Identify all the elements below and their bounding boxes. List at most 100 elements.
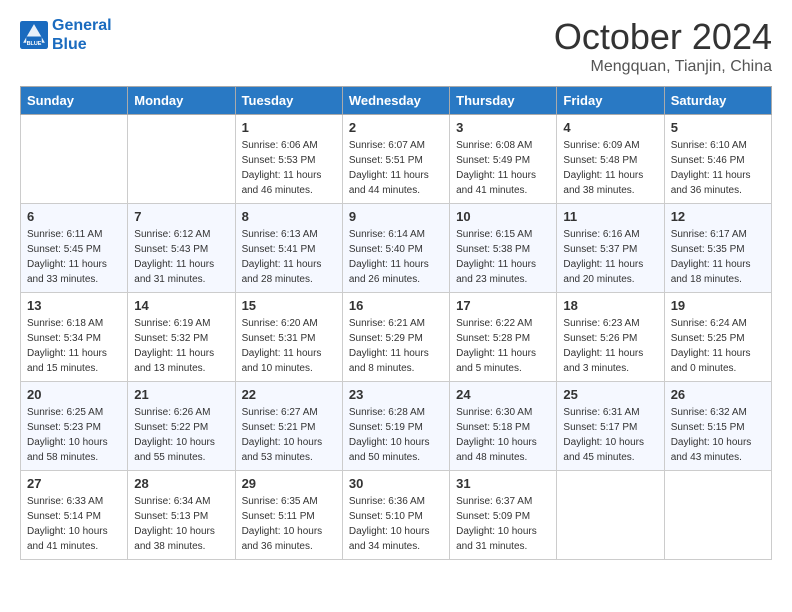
day-info: Sunrise: 6:18 AM Sunset: 5:34 PM Dayligh…: [27, 316, 121, 376]
week-row-5: 27Sunrise: 6:33 AM Sunset: 5:14 PM Dayli…: [21, 471, 772, 560]
weekday-header-friday: Friday: [557, 87, 664, 115]
day-cell: 23Sunrise: 6:28 AM Sunset: 5:19 PM Dayli…: [342, 382, 449, 471]
day-cell: 25 Sunrise: 6:31 AM Sunset: 5:17 PM Dayli…: [557, 382, 664, 471]
day-number: 17: [456, 298, 550, 313]
logo: BLUE General Blue: [20, 16, 112, 54]
weekday-header-wednesday: Wednesday: [342, 87, 449, 115]
day-info: Sunrise: 6:25 AM Sunset: 5:23 PM Dayligh…: [27, 405, 121, 465]
day-cell: 16 Sunrise: 6:21 AM Sunset: 5:29 PM Dayli…: [342, 293, 449, 382]
day-number: 24: [456, 387, 550, 402]
day-info: Sunrise: 6:27 AM Sunset: 5:21 PM Dayligh…: [242, 405, 336, 465]
weekday-header-tuesday: Tuesday: [235, 87, 342, 115]
day-number: 6: [27, 209, 121, 224]
day-cell: 6Sunrise: 6:11 AM Sunset: 5:45 PM Daylig…: [21, 204, 128, 293]
day-cell: 2 Sunrise: 6:07 AM Sunset: 5:51 PM Daylig…: [342, 115, 449, 204]
day-number: 20: [27, 387, 121, 402]
day-cell: 11 Sunrise: 6:16 AM Sunset: 5:37 PM Dayli…: [557, 204, 664, 293]
week-row-2: 6Sunrise: 6:11 AM Sunset: 5:45 PM Daylig…: [21, 204, 772, 293]
day-number: 22: [242, 387, 336, 402]
day-cell: 31Sunrise: 6:37 AM Sunset: 5:09 PM Dayli…: [450, 471, 557, 560]
day-number: 4: [563, 120, 657, 135]
day-cell: [557, 471, 664, 560]
day-number: 18: [563, 298, 657, 313]
day-cell: 4 Sunrise: 6:09 AM Sunset: 5:48 PM Daylig…: [557, 115, 664, 204]
day-cell: 10Sunrise: 6:15 AM Sunset: 5:38 PM Dayli…: [450, 204, 557, 293]
day-info: Sunrise: 6:12 AM Sunset: 5:43 PM Dayligh…: [134, 227, 228, 287]
day-info: Sunrise: 6:35 AM Sunset: 5:11 PM Dayligh…: [242, 494, 336, 554]
day-number: 16: [349, 298, 443, 313]
day-info: Sunrise: 6:08 AM Sunset: 5:49 PM Dayligh…: [456, 138, 550, 198]
day-cell: 21 Sunrise: 6:26 AM Sunset: 5:22 PM Dayli…: [128, 382, 235, 471]
day-number: 28: [134, 476, 228, 491]
day-info: Sunrise: 6:20 AM Sunset: 5:31 PM Dayligh…: [242, 316, 336, 376]
day-info: Sunrise: 6:10 AM Sunset: 5:46 PM Dayligh…: [671, 138, 765, 198]
day-number: 30: [349, 476, 443, 491]
day-cell: 29 Sunrise: 6:35 AM Sunset: 5:11 PM Dayli…: [235, 471, 342, 560]
day-cell: 15 Sunrise: 6:20 AM Sunset: 5:31 PM Dayli…: [235, 293, 342, 382]
day-info: Sunrise: 6:17 AM Sunset: 5:35 PM Dayligh…: [671, 227, 765, 287]
day-cell: 3 Sunrise: 6:08 AM Sunset: 5:49 PM Daylig…: [450, 115, 557, 204]
day-info: Sunrise: 6:14 AM Sunset: 5:40 PM Dayligh…: [349, 227, 443, 287]
week-row-4: 20 Sunrise: 6:25 AM Sunset: 5:23 PM Dayli…: [21, 382, 772, 471]
day-info: Sunrise: 6:21 AM Sunset: 5:29 PM Dayligh…: [349, 316, 443, 376]
day-info: Sunrise: 6:36 AM Sunset: 5:10 PM Dayligh…: [349, 494, 443, 554]
day-number: 7: [134, 209, 228, 224]
day-number: 11: [563, 209, 657, 224]
calendar-table: SundayMondayTuesdayWednesdayThursdayFrid…: [20, 86, 772, 560]
day-info: Sunrise: 6:28 AM Sunset: 5:19 PM Dayligh…: [349, 405, 443, 465]
day-info: Sunrise: 6:26 AM Sunset: 5:22 PM Dayligh…: [134, 405, 228, 465]
day-cell: 14Sunrise: 6:19 AM Sunset: 5:32 PM Dayli…: [128, 293, 235, 382]
day-number: 29: [242, 476, 336, 491]
day-info: Sunrise: 6:09 AM Sunset: 5:48 PM Dayligh…: [563, 138, 657, 198]
day-info: Sunrise: 6:06 AM Sunset: 5:53 PM Dayligh…: [242, 138, 336, 198]
week-row-1: 1 Sunrise: 6:06 AM Sunset: 5:53 PM Daylig…: [21, 115, 772, 204]
weekday-header-sunday: Sunday: [21, 87, 128, 115]
logo-icon: BLUE: [20, 21, 48, 49]
day-info: Sunrise: 6:24 AM Sunset: 5:25 PM Dayligh…: [671, 316, 765, 376]
day-number: 12: [671, 209, 765, 224]
svg-text:BLUE: BLUE: [27, 41, 42, 47]
day-info: Sunrise: 6:31 AM Sunset: 5:17 PM Dayligh…: [563, 405, 657, 465]
day-cell: 18Sunrise: 6:23 AM Sunset: 5:26 PM Dayli…: [557, 293, 664, 382]
day-cell: [664, 471, 771, 560]
weekday-header-saturday: Saturday: [664, 87, 771, 115]
page-header: BLUE General Blue October 2024 Mengquan,…: [20, 16, 772, 76]
day-info: Sunrise: 6:13 AM Sunset: 5:41 PM Dayligh…: [242, 227, 336, 287]
day-number: 15: [242, 298, 336, 313]
day-cell: 30 Sunrise: 6:36 AM Sunset: 5:10 PM Dayli…: [342, 471, 449, 560]
day-cell: [21, 115, 128, 204]
day-cell: [128, 115, 235, 204]
day-info: Sunrise: 6:15 AM Sunset: 5:38 PM Dayligh…: [456, 227, 550, 287]
day-cell: 28 Sunrise: 6:34 AM Sunset: 5:13 PM Dayli…: [128, 471, 235, 560]
day-number: 21: [134, 387, 228, 402]
day-number: 19: [671, 298, 765, 313]
day-cell: 13Sunrise: 6:18 AM Sunset: 5:34 PM Dayli…: [21, 293, 128, 382]
day-cell: 20 Sunrise: 6:25 AM Sunset: 5:23 PM Dayli…: [21, 382, 128, 471]
location: Mengquan, Tianjin, China: [554, 58, 772, 76]
day-info: Sunrise: 6:07 AM Sunset: 5:51 PM Dayligh…: [349, 138, 443, 198]
day-cell: 8 Sunrise: 6:13 AM Sunset: 5:41 PM Daylig…: [235, 204, 342, 293]
weekday-header-row: SundayMondayTuesdayWednesdayThursdayFrid…: [21, 87, 772, 115]
weekday-header-thursday: Thursday: [450, 87, 557, 115]
logo-text: General Blue: [52, 16, 112, 54]
day-number: 1: [242, 120, 336, 135]
day-number: 26: [671, 387, 765, 402]
day-cell: 17 Sunrise: 6:22 AM Sunset: 5:28 PM Dayli…: [450, 293, 557, 382]
day-cell: 1 Sunrise: 6:06 AM Sunset: 5:53 PM Daylig…: [235, 115, 342, 204]
week-row-3: 13Sunrise: 6:18 AM Sunset: 5:34 PM Dayli…: [21, 293, 772, 382]
day-info: Sunrise: 6:16 AM Sunset: 5:37 PM Dayligh…: [563, 227, 657, 287]
day-cell: 26 Sunrise: 6:32 AM Sunset: 5:15 PM Dayli…: [664, 382, 771, 471]
day-info: Sunrise: 6:30 AM Sunset: 5:18 PM Dayligh…: [456, 405, 550, 465]
day-info: Sunrise: 6:32 AM Sunset: 5:15 PM Dayligh…: [671, 405, 765, 465]
day-number: 3: [456, 120, 550, 135]
day-info: Sunrise: 6:22 AM Sunset: 5:28 PM Dayligh…: [456, 316, 550, 376]
day-number: 14: [134, 298, 228, 313]
day-number: 31: [456, 476, 550, 491]
day-number: 27: [27, 476, 121, 491]
day-info: Sunrise: 6:34 AM Sunset: 5:13 PM Dayligh…: [134, 494, 228, 554]
day-cell: 27Sunrise: 6:33 AM Sunset: 5:14 PM Dayli…: [21, 471, 128, 560]
day-number: 25: [563, 387, 657, 402]
title-block: October 2024 Mengquan, Tianjin, China: [554, 16, 772, 76]
day-number: 2: [349, 120, 443, 135]
day-number: 8: [242, 209, 336, 224]
